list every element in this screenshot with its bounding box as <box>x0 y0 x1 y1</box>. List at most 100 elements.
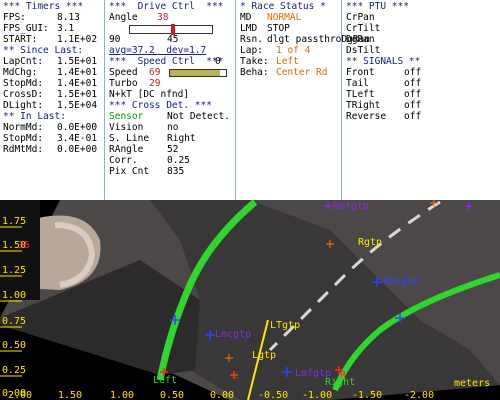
x-tick-label: -1.00 <box>302 390 332 400</box>
rsn-label: Rsn. <box>240 34 263 45</box>
signal-label: TRight <box>346 100 381 111</box>
sline-label: S. Line <box>109 133 150 144</box>
signal-label: Front <box>346 67 375 78</box>
take-value: Left <box>276 56 299 67</box>
timers-title: *** Timers *** <box>3 1 84 12</box>
rmfgtp-label: Rmfgtp <box>333 201 369 212</box>
ptu-item: CrTilt <box>346 23 381 34</box>
x-tick-label: -2.00 <box>404 390 434 400</box>
signals-title: ** SIGNALS ** <box>346 56 421 67</box>
x-tick-label: 0.00 <box>210 390 234 400</box>
signal-label: Tail <box>346 78 369 89</box>
lap-value: 1 of 4 <box>276 45 311 56</box>
telemetry-panel: *** Timers *** FPS: 8.13 FPS_GUI: 3.1 STAR… <box>0 0 500 200</box>
ptu-item: DsTilt <box>346 45 381 56</box>
start-label: START: <box>3 34 38 45</box>
rdmtmd-value: 0.0E+00 <box>57 144 98 155</box>
lapcnt-label: LapCnt: <box>3 56 44 67</box>
drive-ctrl-title: *** Drive Ctrl *** <box>109 1 224 12</box>
corr-value: 0.25 <box>167 155 190 166</box>
fps-label: FPS: <box>3 12 26 23</box>
vision-label: Vision <box>109 122 144 133</box>
camera-canvas: 1.75 1.50 1.25 1.00 0.75 0.50 0.25 0.00 … <box>0 200 500 400</box>
speed-bar-fill <box>170 70 221 76</box>
angle-value: 38 <box>157 12 169 23</box>
red-value-label: 35 <box>18 240 30 251</box>
ptu-title: *** PTU *** <box>346 1 409 12</box>
fpsgui-label: FPS_GUI: <box>3 23 49 34</box>
ptu-column: *** PTU *** CrPan CrTilt DgRan DsTilt **… <box>343 0 500 200</box>
dlight-label: DLight: <box>3 100 44 111</box>
signal-value: off <box>404 78 422 89</box>
rdmtmd-label: RdMtMd: <box>3 144 44 155</box>
normmd-label: NormMd: <box>3 122 44 133</box>
y-tick-label: 0.25 <box>2 365 26 376</box>
mdchg-value: 1.4E+01 <box>57 67 98 78</box>
lmcgtp-label: Lmcgtp <box>215 329 251 340</box>
x-tick-label: 1.50 <box>58 390 82 400</box>
speed-label: Speed <box>109 67 138 78</box>
x-tick-label: 1.00 <box>110 390 134 400</box>
y-tick-label: 1.00 <box>2 290 26 301</box>
signal-value: off <box>404 111 422 122</box>
drive-ctrl-column: *** Drive Ctrl *** Angle 38 90 0 45 avg=3… <box>106 0 236 200</box>
ptu-item: DgRan <box>346 34 375 45</box>
crossd-value: 1.5E+01 <box>57 89 98 100</box>
nkt-text: N+kT [DC nfnd] <box>109 89 190 100</box>
l-label: L <box>232 370 238 381</box>
fps-value: 8.13 <box>57 12 80 23</box>
slider-value: 45 <box>167 34 179 45</box>
slider-max-label: 0 <box>215 56 221 67</box>
stopmd2-label: StopMd: <box>3 133 44 144</box>
lmd-label: LMD <box>240 23 258 34</box>
signal-label: TLeft <box>346 89 375 100</box>
rangle-label: RAngle <box>109 144 144 155</box>
lgtp-label: Lgtp <box>252 350 276 361</box>
stopmd-value: 1.4E+01 <box>57 78 98 89</box>
rgtp-label: Rgtp <box>358 237 382 248</box>
sensor-label: Sensor <box>109 111 144 122</box>
stopmd-label: StopMd: <box>3 78 44 89</box>
signal-label: Reverse <box>346 111 387 122</box>
lapcnt-value: 1.5E+01 <box>57 56 98 67</box>
y-tick-label: 0.50 <box>2 340 26 351</box>
speed-value: 69 <box>149 67 161 78</box>
sensor-value: Not Detect. <box>167 111 230 122</box>
since-last-title: ** Since Last: <box>3 45 84 56</box>
cross-det-title: *** Cross Det. *** <box>109 100 212 111</box>
y-tick-label: 1.75 <box>2 216 26 227</box>
signal-value: off <box>404 89 422 100</box>
start-value: 1.1E+02 <box>57 34 98 45</box>
md-value: NORMAL <box>267 12 302 23</box>
x-tick-label: -1.50 <box>352 390 382 400</box>
race-status-title: * Race Status * <box>240 1 326 12</box>
dlight-value: 1.5E+04 <box>57 100 98 111</box>
turbo-value: 29 <box>149 78 161 89</box>
units-label: meters <box>454 378 490 389</box>
r-label: R <box>340 370 347 381</box>
pixcnt-label: Pix Cnt <box>109 166 150 177</box>
vision-value: no <box>167 122 179 133</box>
signal-value: off <box>404 67 422 78</box>
angle-slider[interactable] <box>129 24 213 35</box>
speed-bar <box>169 69 227 77</box>
angle-slider-row: 90 0 <box>109 23 235 67</box>
stopmd2-value: 3.4E-01 <box>57 133 98 144</box>
left-label: Left <box>153 375 177 386</box>
x-tick-label: 2.00 <box>8 390 32 400</box>
signal-value: off <box>404 100 422 111</box>
fpsgui-value: 3.1 <box>57 23 75 34</box>
lap-label: Lap: <box>240 45 263 56</box>
pixcnt-value: 835 <box>167 166 185 177</box>
rangle-value: 52 <box>167 144 179 155</box>
ptu-item: CrPan <box>346 12 375 23</box>
normmd-value: 0.0E+00 <box>57 122 98 133</box>
x-tick-label: 0.50 <box>160 390 184 400</box>
turbo-label: Turbo <box>109 78 138 89</box>
y-tick-label: 1.25 <box>2 265 26 276</box>
in-last-title: ** In Last: <box>3 111 66 122</box>
beha-label: Beha: <box>240 67 269 78</box>
x-tick-label: -0.50 <box>258 390 288 400</box>
beha-value: Center Rd <box>276 67 328 78</box>
rmcgtp-label: Rmcgtp <box>383 276 419 287</box>
